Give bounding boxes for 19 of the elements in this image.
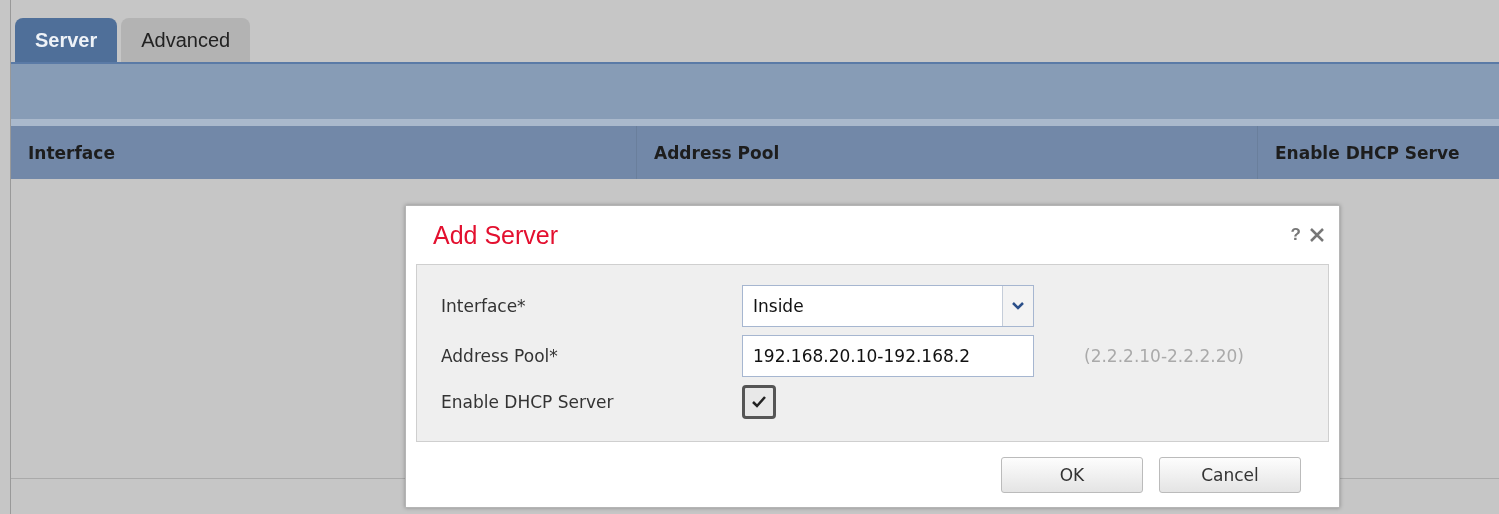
dialog-button[interactable]: Cancel bbox=[1159, 456, 1301, 493]
column-header: Interface bbox=[11, 126, 637, 179]
field-label: Address Pool* bbox=[441, 346, 559, 366]
field-label: Enable DHCP Server bbox=[441, 392, 615, 412]
column-header: Enable DHCP Serve bbox=[1274, 141, 1461, 165]
chevron-down-icon bbox=[1012, 302, 1024, 310]
address-pool-field[interactable]: 192.168.20.10-192.168.2 bbox=[742, 335, 1034, 377]
dialog-button[interactable]: OK bbox=[1001, 456, 1143, 493]
help-button[interactable]: ? bbox=[1290, 225, 1301, 245]
interface-dropdown[interactable]: Inside bbox=[742, 285, 1034, 327]
range-hint: (2.2.2.10-2.2.2.20) bbox=[1083, 346, 1245, 366]
enable-checkbox[interactable] bbox=[742, 385, 776, 419]
field-label: Interface* bbox=[441, 296, 527, 316]
dialog-title: Add Server bbox=[433, 220, 560, 250]
close-icon[interactable] bbox=[1309, 227, 1325, 243]
tab[interactable]: Advanced bbox=[121, 18, 251, 62]
tab[interactable]: Server bbox=[15, 18, 118, 62]
column-header: Address Pool bbox=[637, 126, 1258, 179]
checkmark-icon bbox=[751, 395, 767, 409]
